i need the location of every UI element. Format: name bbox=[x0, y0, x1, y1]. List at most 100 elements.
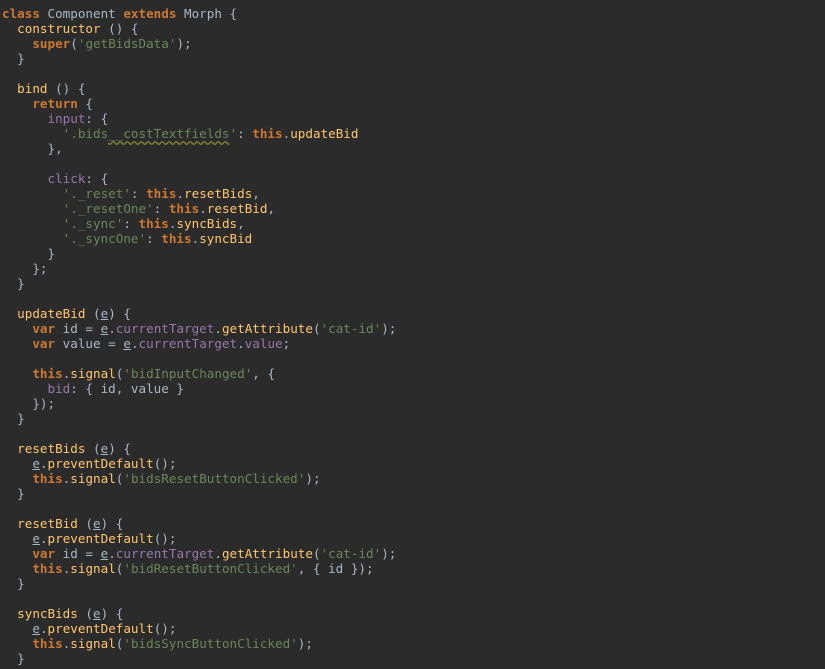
code-line[interactable]: } bbox=[0, 276, 825, 291]
code-line[interactable] bbox=[0, 501, 825, 516]
keyword-token: this bbox=[32, 471, 63, 486]
code-line[interactable]: constructor () { bbox=[0, 21, 825, 36]
code-text: . bbox=[108, 546, 116, 561]
code-line[interactable] bbox=[0, 291, 825, 306]
code-line[interactable] bbox=[0, 66, 825, 81]
code-line[interactable]: } bbox=[0, 246, 825, 261]
code-line[interactable]: input: { bbox=[0, 111, 825, 126]
keyword-token: this bbox=[32, 561, 63, 576]
code-text: ); bbox=[305, 471, 321, 486]
code-text: (); bbox=[153, 456, 177, 471]
code-line[interactable]: '._resetOne': this.resetBid, bbox=[0, 201, 825, 216]
property-token: currentTarget bbox=[138, 336, 238, 351]
code-line[interactable]: var value = e.currentTarget.value; bbox=[0, 336, 825, 351]
code-text: . bbox=[214, 321, 222, 336]
code-line[interactable]: }); bbox=[0, 396, 825, 411]
code-line[interactable]: '._syncOne': this.syncBid bbox=[0, 231, 825, 246]
code-text: { bbox=[77, 96, 94, 111]
code-line[interactable]: } bbox=[0, 576, 825, 591]
function-token: signal bbox=[70, 471, 116, 486]
function-token: updateBid bbox=[17, 306, 86, 321]
code-line[interactable]: } bbox=[0, 411, 825, 426]
code-text: : bbox=[237, 126, 253, 141]
property-token: currentTarget bbox=[115, 321, 215, 336]
function-token: signal bbox=[70, 366, 116, 381]
function-token: resetBids bbox=[17, 441, 86, 456]
code-text: ( bbox=[312, 546, 321, 561]
code-text: , { bbox=[252, 366, 276, 381]
keyword-token: this bbox=[161, 231, 192, 246]
function-token: getAttribute bbox=[221, 321, 313, 336]
param-token: e bbox=[32, 621, 40, 636]
code-line[interactable]: e.preventDefault(); bbox=[0, 531, 825, 546]
function-token: syncBids bbox=[17, 606, 78, 621]
code-text: . bbox=[130, 336, 139, 351]
code-line[interactable]: updateBid (e) { bbox=[0, 306, 825, 321]
code-text: ; bbox=[282, 336, 291, 351]
code-line[interactable] bbox=[0, 591, 825, 606]
code-line[interactable]: e.preventDefault(); bbox=[0, 621, 825, 636]
code-line[interactable]: return { bbox=[0, 96, 825, 111]
code-line[interactable]: } bbox=[0, 651, 825, 666]
code-text: ( bbox=[77, 516, 94, 531]
string-token: 'bidInputChanged' bbox=[123, 366, 253, 381]
code-line[interactable]: resetBid (e) { bbox=[0, 516, 825, 531]
code-line[interactable]: this.signal('bidsSyncButtonClicked'); bbox=[0, 636, 825, 651]
code-line[interactable]: var id = e.currentTarget.getAttribute('c… bbox=[0, 546, 825, 561]
string-token: '._reset' bbox=[62, 186, 131, 201]
code-line[interactable]: '._sync': this.syncBids, bbox=[0, 216, 825, 231]
code-line[interactable]: }; bbox=[0, 261, 825, 276]
code-editor[interactable]: class Component extends Morph { construc… bbox=[0, 0, 825, 669]
string-token: '._sync' bbox=[62, 216, 124, 231]
code-line[interactable]: } bbox=[0, 486, 825, 501]
code-line[interactable]: var id = e.currentTarget.getAttribute('c… bbox=[0, 321, 825, 336]
code-line[interactable]: '._reset': this.resetBids, bbox=[0, 186, 825, 201]
string-token: '._syncOne' bbox=[62, 231, 147, 246]
code-text: ); bbox=[381, 546, 397, 561]
code-line[interactable]: }, bbox=[0, 141, 825, 156]
code-line[interactable]: this.signal('bidInputChanged', { bbox=[0, 366, 825, 381]
function-token: preventDefault bbox=[47, 621, 154, 636]
code-line[interactable]: bind () { bbox=[0, 81, 825, 96]
property-token: value bbox=[244, 336, 283, 351]
code-line[interactable]: '.bids__costTextfields': this.updateBid bbox=[0, 126, 825, 141]
code-line[interactable]: class Component extends Morph { bbox=[0, 6, 825, 21]
code-line[interactable]: super('getBidsData'); bbox=[0, 36, 825, 51]
keyword-token: this bbox=[138, 216, 169, 231]
code-text: () { bbox=[47, 81, 86, 96]
code-text: ); bbox=[176, 36, 192, 51]
code-line[interactable]: this.signal('bidResetButtonClicked', { i… bbox=[0, 561, 825, 576]
code-line[interactable]: this.signal('bidsResetButtonClicked'); bbox=[0, 471, 825, 486]
code-text: . bbox=[237, 336, 245, 351]
code-line[interactable]: resetBids (e) { bbox=[0, 441, 825, 456]
code-text: }; bbox=[2, 261, 48, 276]
code-line[interactable]: click: { bbox=[0, 171, 825, 186]
code-line[interactable]: } bbox=[0, 51, 825, 66]
code-text: , bbox=[237, 216, 245, 231]
property-token: bid bbox=[47, 381, 71, 396]
keyword-token: extends bbox=[123, 6, 177, 21]
code-text: id = bbox=[55, 321, 101, 336]
code-line[interactable] bbox=[0, 426, 825, 441]
property-token: input bbox=[47, 111, 86, 126]
code-line[interactable]: syncBids (e) { bbox=[0, 606, 825, 621]
code-text: } bbox=[2, 246, 56, 261]
string-token: '.bids bbox=[62, 126, 109, 141]
code-line[interactable] bbox=[0, 156, 825, 171]
code-line[interactable] bbox=[0, 351, 825, 366]
code-line[interactable]: bid: { id, value } bbox=[0, 381, 825, 396]
code-line[interactable]: e.preventDefault(); bbox=[0, 456, 825, 471]
property-token: currentTarget bbox=[115, 546, 215, 561]
